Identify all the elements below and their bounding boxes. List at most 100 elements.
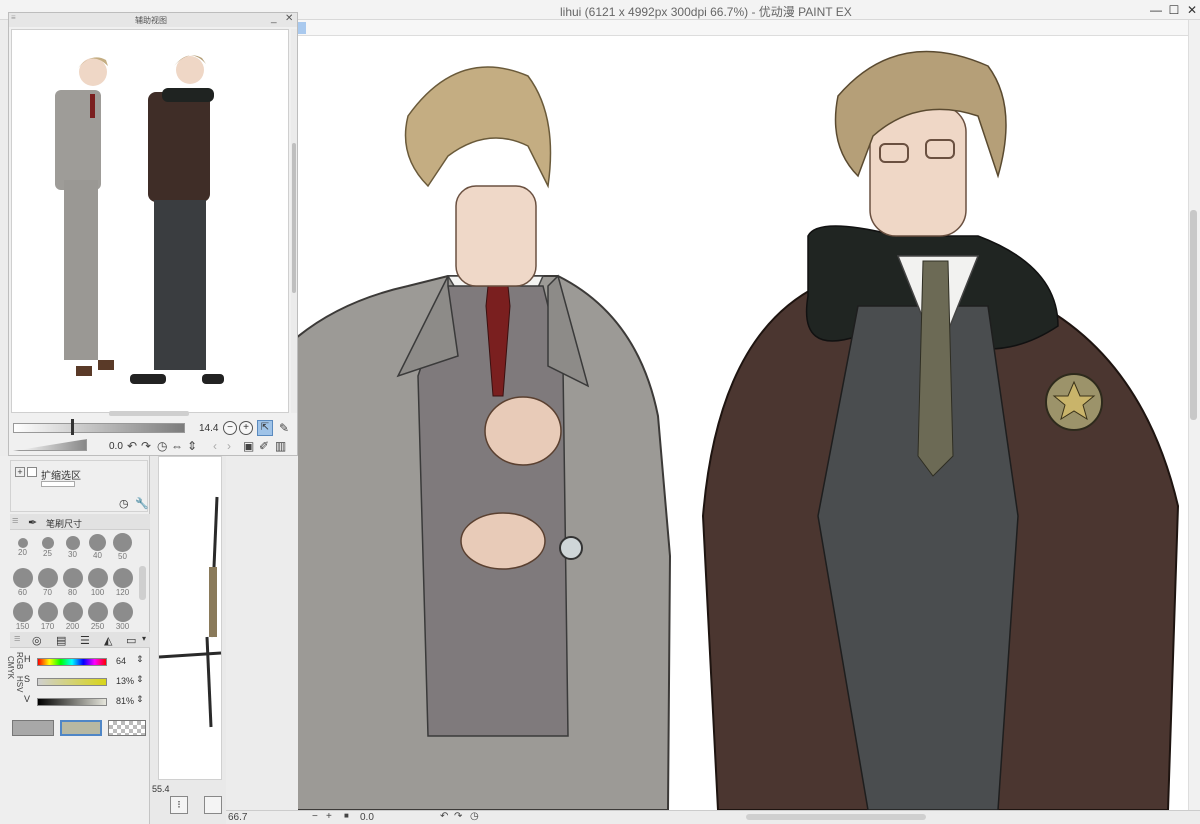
thumbnail-character-right (130, 55, 224, 384)
intermediate-color-tab-icon[interactable]: ◭ (104, 634, 112, 647)
delete-icon[interactable]: ▥ (275, 439, 286, 453)
brush-size-cell[interactable]: 150 (10, 600, 35, 632)
navigator-thumbnail (55, 55, 224, 384)
navigator-close-icon[interactable]: ✕ (285, 13, 293, 24)
value-value: 81% (116, 696, 135, 706)
character-left (298, 66, 672, 810)
expand-amount-field[interactable] (41, 481, 75, 487)
zoom-slider-handle[interactable] (71, 419, 74, 435)
maximize-button[interactable]: ☐ (1166, 2, 1182, 18)
canvas-horizontal-scroll-thumb[interactable] (746, 814, 926, 820)
fit-view-icon[interactable]: ⇱ (257, 420, 273, 436)
next-image-icon[interactable]: › (227, 439, 231, 453)
brush-icon: ✒ (28, 517, 38, 529)
brush-size-cell[interactable]: 80 (60, 566, 85, 598)
reset-options-icon[interactable]: ◷ (119, 497, 129, 510)
hue-stepper-icon[interactable]: ⇕ (136, 654, 144, 665)
color-palette-grip-icon[interactable]: ≡ (14, 633, 20, 645)
thumbnail-character-left (55, 57, 114, 376)
minimize-button[interactable]: — (1148, 2, 1164, 18)
saturation-label: S (24, 674, 31, 684)
value-slider-row: V 81% ⇕ (24, 694, 150, 710)
status-reset-rotation-icon[interactable]: ◷ (470, 811, 479, 822)
brush-size-cell[interactable]: 40 (85, 532, 110, 564)
navigator-preview[interactable] (11, 29, 289, 413)
navigator-minimize-icon[interactable]: _ (271, 13, 277, 24)
brush-size-grid: 20 25 30 40 50 60 70 80 100 120 150 170 … (10, 532, 150, 632)
flip-horizontal-icon[interactable]: ⇔ (171, 439, 183, 453)
secondary-panel-icon[interactable]: ⁝ (170, 796, 188, 814)
brush-size-scroll-thumb[interactable] (139, 566, 146, 600)
secondary-panel-button[interactable] (204, 796, 222, 814)
brush-size-cell[interactable]: 30 (60, 532, 85, 564)
brush-size-cell[interactable]: 170 (35, 600, 60, 632)
status-rotate-left-icon[interactable]: ↶ (440, 811, 448, 822)
zoom-value: 14.4 (199, 423, 219, 434)
window-title: lihui (6121 x 4992px 300dpi 66.7%) - 优动漫… (560, 5, 852, 19)
cmyk-mode-label[interactable]: CMYK (6, 656, 15, 679)
tool-settings-icon[interactable]: 🔧 (135, 497, 149, 510)
flip-vertical-icon[interactable]: ⇕ (187, 439, 197, 453)
brush-size-cell[interactable]: 50 (110, 532, 135, 564)
saturation-value: 13% (116, 676, 135, 686)
rgb-mode-label[interactable]: RGB (15, 652, 24, 669)
color-wheel-tab-icon[interactable]: ◎ (32, 634, 42, 647)
status-rotate-right-icon[interactable]: ↷ (454, 811, 462, 822)
canvas-tab-strip (298, 20, 1188, 36)
brush-size-cell[interactable]: 200 (60, 600, 85, 632)
approximate-color-tab-icon[interactable]: ▭ (126, 634, 136, 647)
hue-slider[interactable] (37, 658, 107, 666)
zoom-slider[interactable] (13, 423, 185, 433)
saturation-slider[interactable] (37, 678, 107, 686)
status-zoom-in-icon[interactable]: + (326, 811, 332, 822)
navigator-scroll-thumb[interactable] (292, 143, 296, 293)
palette-grip-icon[interactable]: ≡ (12, 515, 18, 527)
status-stop-icon[interactable]: ■ (344, 811, 349, 820)
canvas-vertical-scroll-thumb[interactable] (1190, 210, 1197, 420)
close-button[interactable]: ✕ (1184, 2, 1200, 18)
secondary-view-canvas[interactable] (158, 456, 222, 780)
edit-image-icon[interactable]: ✐ (259, 439, 269, 453)
brush-size-cell[interactable]: 70 (35, 566, 60, 598)
brush-size-cell[interactable]: 300 (110, 600, 135, 632)
hsv-mode-label[interactable]: HSV (15, 676, 24, 692)
main-color-swatch[interactable] (60, 720, 102, 736)
status-rotate-value: 0.0 (360, 812, 374, 823)
value-slider[interactable] (37, 698, 107, 706)
drawing-canvas[interactable] (298, 36, 1188, 810)
previous-image-icon[interactable]: ‹ (213, 439, 217, 453)
navigator-title-bar: ≡ 辅助视图 _ ✕ (9, 13, 297, 27)
rotate-left-icon[interactable]: ↶ (127, 439, 137, 453)
eyedropper-icon[interactable]: ✎ (279, 421, 289, 435)
selection-options-palette: + 扩缩选区 ◷ 🔧 (10, 460, 149, 512)
rotate-slider[interactable] (13, 439, 87, 451)
brush-size-tab[interactable]: 笔刷尺寸 (46, 517, 82, 530)
navigator-title: 辅助视图 (135, 16, 167, 25)
brush-size-cell[interactable]: 25 (35, 532, 60, 564)
value-stepper-icon[interactable]: ⇕ (136, 694, 144, 705)
expand-selection-checkbox[interactable] (27, 467, 37, 477)
zoom-out-icon[interactable]: − (223, 421, 237, 435)
reset-rotation-icon[interactable]: ◷ (157, 439, 167, 453)
panel-grip-icon[interactable]: ≡ (11, 13, 16, 22)
navigator-hscroll-thumb[interactable] (109, 411, 189, 416)
secondary-zoom-value: 55.4 (152, 784, 170, 794)
rotate-right-icon[interactable]: ↷ (141, 439, 151, 453)
brush-size-cell[interactable]: 250 (85, 600, 110, 632)
brush-size-cell[interactable]: 120 (110, 566, 135, 598)
add-selection-icon[interactable]: + (15, 467, 25, 477)
zoom-in-icon[interactable]: + (239, 421, 253, 435)
palette-menu-icon[interactable]: ▾ (142, 634, 146, 643)
status-zoom-out-icon[interactable]: − (312, 811, 318, 822)
illustration-main (298, 50, 1180, 810)
open-folder-icon[interactable]: ▣ (243, 439, 254, 453)
color-set-tab-icon[interactable]: ▤ (56, 634, 66, 647)
transparent-color-swatch[interactable] (108, 720, 146, 736)
sub-color-swatch[interactable] (12, 720, 54, 736)
brush-size-cell[interactable]: 20 (10, 532, 35, 564)
color-slider-tab-icon[interactable]: ☰ (80, 634, 90, 647)
saturation-stepper-icon[interactable]: ⇕ (136, 674, 144, 685)
canvas-tab-marker[interactable] (298, 22, 306, 34)
brush-size-cell[interactable]: 100 (85, 566, 110, 598)
brush-size-cell[interactable]: 60 (10, 566, 35, 598)
